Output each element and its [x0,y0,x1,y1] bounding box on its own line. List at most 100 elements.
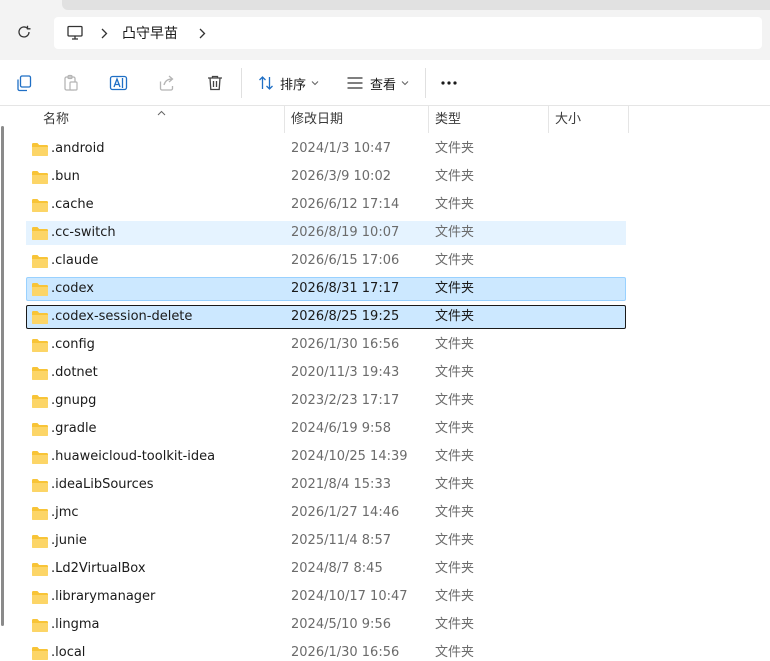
file-name[interactable]: .lingma [51,614,99,636]
folder-icon [31,366,49,381]
column-divider[interactable] [628,106,629,133]
file-type: 文件夹 [435,449,475,464]
file-row[interactable]: .codex 2026/8/31 17:17 文件夹 [26,277,626,301]
column-header-size[interactable]: 大小 [555,106,581,133]
file-row[interactable]: .ideaLibSources 2021/8/4 15:33 文件夹 [26,473,626,497]
file-row[interactable]: .Ld2VirtualBox 2024/8/7 8:45 文件夹 [26,557,626,581]
file-modified-date: 2026/8/19 10:07 [291,225,400,240]
file-type: 文件夹 [435,505,475,520]
breadcrumb-chevron-icon[interactable] [196,26,208,40]
file-row[interactable]: .gnupg 2023/2/23 17:17 文件夹 [26,389,626,413]
file-row[interactable]: .gradle 2024/6/19 9:58 文件夹 [26,417,626,441]
file-type: 文件夹 [435,309,475,324]
file-type: 文件夹 [435,225,475,240]
file-row[interactable]: .local 2026/1/30 16:56 文件夹 [26,641,626,661]
file-modified-date: 2026/1/30 16:56 [291,337,400,352]
chevron-down-icon [401,80,409,86]
file-type: 文件夹 [435,645,475,660]
sort-ascending-icon [157,106,166,120]
file-row[interactable]: .cache 2026/6/12 17:14 文件夹 [26,193,626,217]
file-row[interactable]: .claude 2026/6/15 17:06 文件夹 [26,249,626,273]
file-type: 文件夹 [435,197,475,212]
file-type: 文件夹 [435,141,475,156]
toolbar-divider [241,68,242,98]
file-row[interactable]: .codex-session-delete 2026/8/25 19:25 文件夹 [26,305,626,329]
file-row[interactable]: .cc-switch 2026/8/19 10:07 文件夹 [26,221,626,245]
file-name[interactable]: .codex-session-delete [51,306,192,328]
file-row[interactable]: .dotnet 2020/11/3 19:43 文件夹 [26,361,626,385]
file-name[interactable]: .jmc [51,502,79,524]
file-name[interactable]: .dotnet [51,362,98,384]
share-button[interactable] [158,72,176,94]
copy-button[interactable] [15,72,33,94]
more-icon [440,80,458,86]
refresh-button[interactable] [12,22,36,46]
view-button[interactable]: 查看 [346,72,409,94]
file-type: 文件夹 [435,281,475,296]
column-header-modified[interactable]: 修改日期 [291,106,343,133]
column-divider[interactable] [284,106,285,133]
breadcrumb-chevron-icon[interactable] [98,26,110,40]
file-row[interactable]: .config 2026/1/30 16:56 文件夹 [26,333,626,357]
file-name[interactable]: .huaweicloud-toolkit-idea [51,446,215,468]
breadcrumb-user-folder[interactable]: 凸守早苗 [122,23,178,43]
file-modified-date: 2024/1/3 10:47 [291,141,391,156]
file-name[interactable]: .gradle [51,418,97,440]
sort-button[interactable]: 排序 [258,72,319,94]
file-list[interactable]: 名称 修改日期 类型 大小 .android 2024/1/3 10:47 文件夹.… [0,106,770,661]
file-row[interactable]: .jmc 2026/1/27 14:46 文件夹 [26,501,626,525]
folder-icon [31,618,49,633]
file-name[interactable]: .claude [51,250,98,272]
folder-icon [31,310,49,325]
file-modified-date: 2026/3/9 10:02 [291,169,391,184]
file-row[interactable]: .huaweicloud-toolkit-idea 2024/10/25 14:3… [26,445,626,469]
file-name[interactable]: .android [51,138,104,160]
file-name[interactable]: .codex [51,278,94,300]
file-type: 文件夹 [435,477,475,492]
file-row[interactable]: .junie 2025/11/4 8:57 文件夹 [26,529,626,553]
file-row[interactable]: .librarymanager 2024/10/17 10:47 文件夹 [26,585,626,609]
file-name[interactable]: .cache [51,194,94,216]
rename-button[interactable] [109,72,129,94]
file-name[interactable]: .librarymanager [51,586,155,608]
sort-icon [258,75,274,91]
folder-icon [31,534,49,549]
file-name[interactable]: .Ld2VirtualBox [51,558,146,580]
file-row[interactable]: .android 2024/1/3 10:47 文件夹 [26,137,626,161]
column-divider[interactable] [428,106,429,133]
file-name[interactable]: .ideaLibSources [51,474,154,496]
nav-pane-scrollbar[interactable] [0,106,5,661]
file-name[interactable]: .bun [51,166,80,188]
file-name[interactable]: .config [51,334,95,356]
view-label: 查看 [370,77,397,93]
copy-icon [15,74,33,92]
more-options-button[interactable] [440,72,458,94]
folder-icon [31,142,49,157]
column-header-type[interactable]: 类型 [435,106,461,133]
file-name[interactable]: .cc-switch [51,222,116,244]
nav-pane-scrollbar-thumb[interactable] [1,126,4,626]
file-row[interactable]: .lingma 2024/5/10 9:56 文件夹 [26,613,626,637]
file-row[interactable]: .bun 2026/3/9 10:02 文件夹 [26,165,626,189]
file-name[interactable]: .local [51,642,85,661]
file-modified-date: 2025/11/4 8:57 [291,533,391,548]
folder-icon [31,450,49,465]
column-header-name[interactable]: 名称 [43,106,69,133]
file-name[interactable]: .junie [51,530,87,552]
column-header-row: 名称 修改日期 类型 大小 [0,106,770,133]
file-name[interactable]: .gnupg [51,390,96,412]
delete-icon [206,74,224,92]
delete-button[interactable] [206,72,224,94]
paste-button[interactable] [62,72,80,94]
file-modified-date: 2026/1/27 14:46 [291,505,400,520]
file-type: 文件夹 [435,365,475,380]
address-bar[interactable]: 凸守早苗 [54,17,762,49]
this-pc-icon[interactable] [66,24,84,42]
folder-icon [31,646,49,661]
file-type: 文件夹 [435,421,475,436]
column-divider[interactable] [548,106,549,133]
toolbar-divider [425,68,426,98]
file-modified-date: 2026/8/31 17:17 [291,281,400,296]
refresh-icon [16,24,32,44]
file-type: 文件夹 [435,169,475,184]
